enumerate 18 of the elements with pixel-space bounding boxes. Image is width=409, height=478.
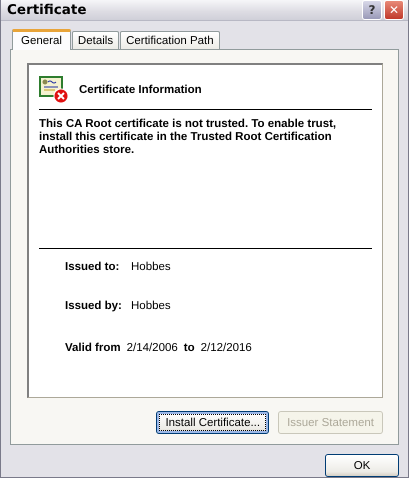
section-title: Certificate Information bbox=[79, 84, 202, 96]
trust-message: This CA Root certificate is not trusted. To enable trust, install this certificate in the Trusted Root Certification Authorities store. bbox=[39, 118, 338, 157]
ok-button[interactable]: OK bbox=[325, 454, 399, 477]
install-button[interactable]: Install Certificate... bbox=[156, 411, 270, 434]
tab[interactable]: Details bbox=[72, 31, 120, 49]
field-value: Hobbes bbox=[131, 300, 171, 312]
field-value: 2/14/2006 bbox=[126, 342, 178, 354]
window-title: Certificate bbox=[7, 2, 87, 18]
field-value: Hobbes bbox=[131, 261, 171, 273]
help-button[interactable]: ? bbox=[362, 0, 382, 20]
field-label: to bbox=[184, 342, 195, 354]
tab[interactable]: General bbox=[12, 29, 71, 50]
field-value: 2/12/2016 bbox=[200, 342, 252, 354]
close-button[interactable]: ✕ bbox=[384, 0, 404, 20]
tab[interactable]: Certification Path bbox=[120, 31, 220, 49]
field-label: Issued by: bbox=[65, 300, 123, 312]
field-label: Issued to: bbox=[65, 261, 120, 273]
field-label: Valid from bbox=[65, 342, 121, 354]
